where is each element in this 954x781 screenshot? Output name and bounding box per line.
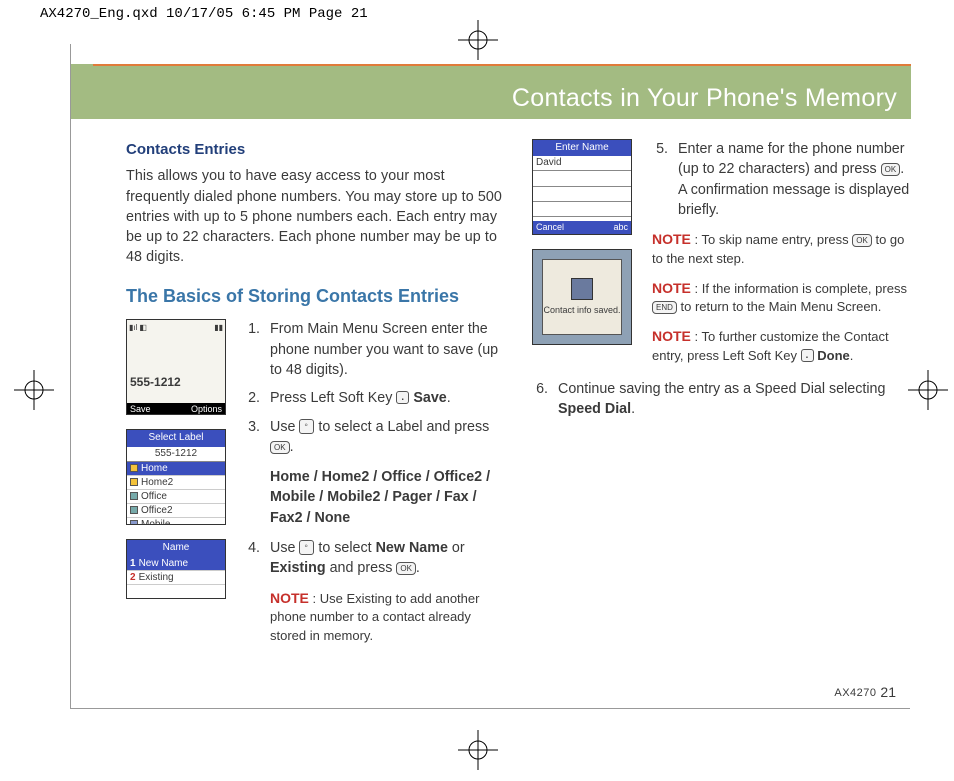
note-5b: NOTE : If the information is complete, p…: [652, 279, 910, 317]
enter-name-value: David: [533, 156, 631, 171]
orange-rule: [93, 64, 911, 66]
label-row-office2: Office2: [127, 504, 225, 518]
basics-heading: The Basics of Storing Contacts Entries: [126, 284, 504, 310]
print-slug: AX4270_Eng.qxd 10/17/05 6:45 PM Page 21: [40, 6, 368, 22]
step-3: 3. Use to select a Label and press OK. H…: [244, 417, 504, 528]
ok-icon: OK: [881, 163, 901, 176]
footer-model: AX4270: [834, 687, 876, 699]
content-area: Contacts Entries This allows you to have…: [126, 139, 911, 699]
ok-icon: OK: [270, 441, 290, 454]
disk-icon: [571, 278, 593, 300]
saved-text: Contact info saved.: [543, 304, 620, 317]
header-band: Contacts in Your Phone's Memory: [71, 64, 911, 119]
softkey-icon: [396, 391, 409, 404]
dial-number: 555-1212: [130, 374, 181, 391]
note-step-4: NOTE : Use Existing to add another phone…: [270, 589, 504, 646]
screen-saved: Contact info saved.: [532, 249, 632, 345]
label-row-home2: Home2: [127, 476, 225, 490]
section-title: Contacts in Your Phone's Memory: [512, 84, 897, 113]
name-row-existing: 2Existing: [127, 571, 225, 585]
step-4: 4. Use to select New Name or Existing an…: [244, 538, 504, 645]
nav-icon: [299, 419, 314, 434]
footer-page: 21: [880, 684, 896, 700]
end-icon: END: [652, 301, 677, 314]
left-column: Contacts Entries This allows you to have…: [126, 139, 504, 699]
entries-paragraph: This allows you to have easy access to y…: [126, 166, 504, 267]
enter-cancel: Cancel: [536, 221, 564, 234]
ok-icon: OK: [396, 562, 416, 575]
reg-mark-left: [14, 370, 54, 410]
left-steps: 1. From Main Menu Screen enter the phone…: [244, 319, 504, 653]
left-screens: ▮ıl◧ ▮▮ 555-1212 Save Options Select Lab…: [126, 319, 234, 653]
select-label-number: 555-1212: [127, 447, 225, 462]
right-screens: Enter Name David Cancel abc Contact info…: [532, 139, 640, 365]
screen-enter-name: Enter Name David Cancel abc: [532, 139, 632, 235]
label-row-mobile: Mobile: [127, 518, 225, 526]
step-6: 6. Continue saving the entry as a Speed …: [532, 379, 910, 420]
entries-heading: Contacts Entries: [126, 139, 504, 160]
step-5: 5. Enter a name for the phone number (up…: [652, 139, 910, 220]
note-5a: NOTE : To skip name entry, press OK to g…: [652, 230, 910, 268]
page-footer: AX4270 21: [834, 684, 896, 700]
page-frame: Contacts in Your Phone's Memory Contacts…: [70, 44, 910, 709]
select-label-title: Select Label: [127, 430, 225, 446]
step-3-labels: Home / Home2 / Office / Office2 / Mobile…: [270, 467, 504, 528]
enter-name-title: Enter Name: [533, 140, 631, 156]
name-title: Name: [127, 540, 225, 556]
reg-mark-right: [908, 370, 948, 410]
reg-mark-bottom: [458, 730, 498, 770]
softkey-icon: [801, 349, 814, 362]
note-5c: NOTE : To further customize the Contact …: [652, 327, 910, 365]
right-column: Enter Name David Cancel abc Contact info…: [532, 139, 910, 699]
screen-dial: ▮ıl◧ ▮▮ 555-1212 Save Options: [126, 319, 226, 415]
screen-select-label: Select Label 555-1212 Home Home2 Office …: [126, 429, 226, 525]
screen-name: Name 1New Name 2Existing: [126, 539, 226, 599]
step-2: 2. Press Left Soft Key Save.: [244, 388, 504, 408]
label-row-home: Home: [127, 462, 225, 476]
dial-save: Save: [130, 403, 151, 414]
label-row-office: Office: [127, 490, 225, 504]
ok-icon: OK: [852, 234, 872, 247]
enter-abc: abc: [613, 221, 628, 234]
dial-options: Options: [191, 403, 222, 414]
nav-icon: [299, 540, 314, 555]
step-1: 1. From Main Menu Screen enter the phone…: [244, 319, 504, 380]
name-row-new: 1New Name: [127, 557, 225, 571]
